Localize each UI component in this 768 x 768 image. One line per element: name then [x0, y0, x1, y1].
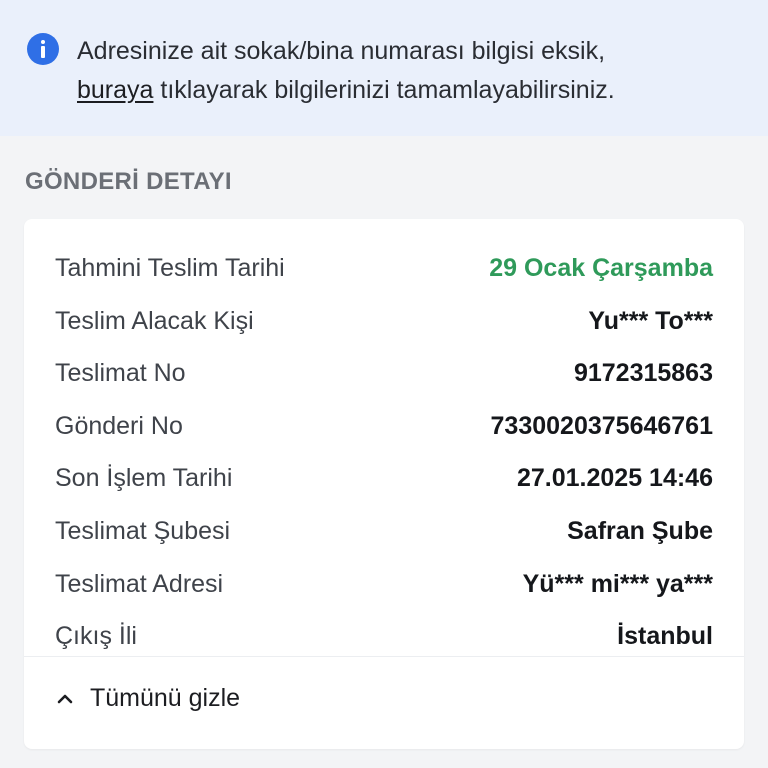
detail-label: Teslim Alacak Kişi: [55, 306, 254, 335]
detail-row-shipment-no: Gönderi No 7330020375646761: [55, 406, 713, 446]
detail-row-delivery-branch: Teslimat Şubesi Safran Şube: [55, 511, 713, 551]
estimated-delivery-value: 29 Ocak Çarşamba: [489, 253, 713, 282]
notice-text-before: Adresinize ait sokak/bina numarası bilgi…: [77, 37, 606, 65]
delivery-address-value: Yü*** mi*** ya***: [522, 569, 713, 598]
detail-label: Teslimat Şubesi: [55, 516, 231, 545]
detail-row-delivery-address: Teslimat Adresi Yü*** mi*** ya***: [55, 564, 713, 604]
notice-text: Adresinize ait sokak/bina numarası bilgi…: [77, 32, 737, 110]
section-title: GÖNDERİ DETAYI: [25, 168, 232, 195]
complete-address-link[interactable]: buraya: [77, 76, 153, 104]
detail-row-estimated-delivery: Tahmini Teslim Tarihi 29 Ocak Çarşamba: [55, 248, 713, 288]
card-divider: [24, 656, 744, 657]
detail-row-delivery-no: Teslimat No 9172315863: [55, 353, 713, 393]
detail-row-last-action-date: Son İşlem Tarihi 27.01.2025 14:46: [55, 458, 713, 498]
detail-label: Çıkış İli: [55, 621, 137, 650]
detail-row-recipient: Teslim Alacak Kişi Yu*** To***: [55, 301, 713, 341]
origin-city-value: İstanbul: [617, 621, 713, 650]
info-icon: [27, 33, 59, 65]
detail-label: Teslimat Adresi: [55, 569, 224, 598]
detail-label: Gönderi No: [55, 411, 183, 440]
hide-all-label: Tümünü gizle: [90, 684, 241, 712]
chevron-up-icon: [57, 694, 73, 703]
shipment-detail-card: Tahmini Teslim Tarihi 29 Ocak Çarşamba T…: [24, 219, 744, 749]
recipient-value: Yu*** To***: [588, 306, 713, 335]
delivery-branch-value: Safran Şube: [567, 516, 713, 545]
detail-row-origin-city: Çıkış İli İstanbul: [55, 616, 713, 656]
delivery-no-value: 9172315863: [573, 358, 713, 387]
hide-all-toggle[interactable]: Tümünü gizle: [54, 684, 240, 713]
detail-label: Teslimat No: [55, 358, 186, 387]
notice-text-after: tıklayarak bilgilerinizi tamamlayabilirs…: [153, 76, 615, 104]
address-notice-banner: Adresinize ait sokak/bina numarası bilgi…: [0, 0, 768, 136]
shipment-no-value: 7330020375646761: [490, 411, 713, 440]
detail-label: Tahmini Teslim Tarihi: [55, 253, 285, 282]
last-action-date-value: 27.01.2025 14:46: [516, 463, 713, 492]
detail-label: Son İşlem Tarihi: [55, 463, 233, 492]
